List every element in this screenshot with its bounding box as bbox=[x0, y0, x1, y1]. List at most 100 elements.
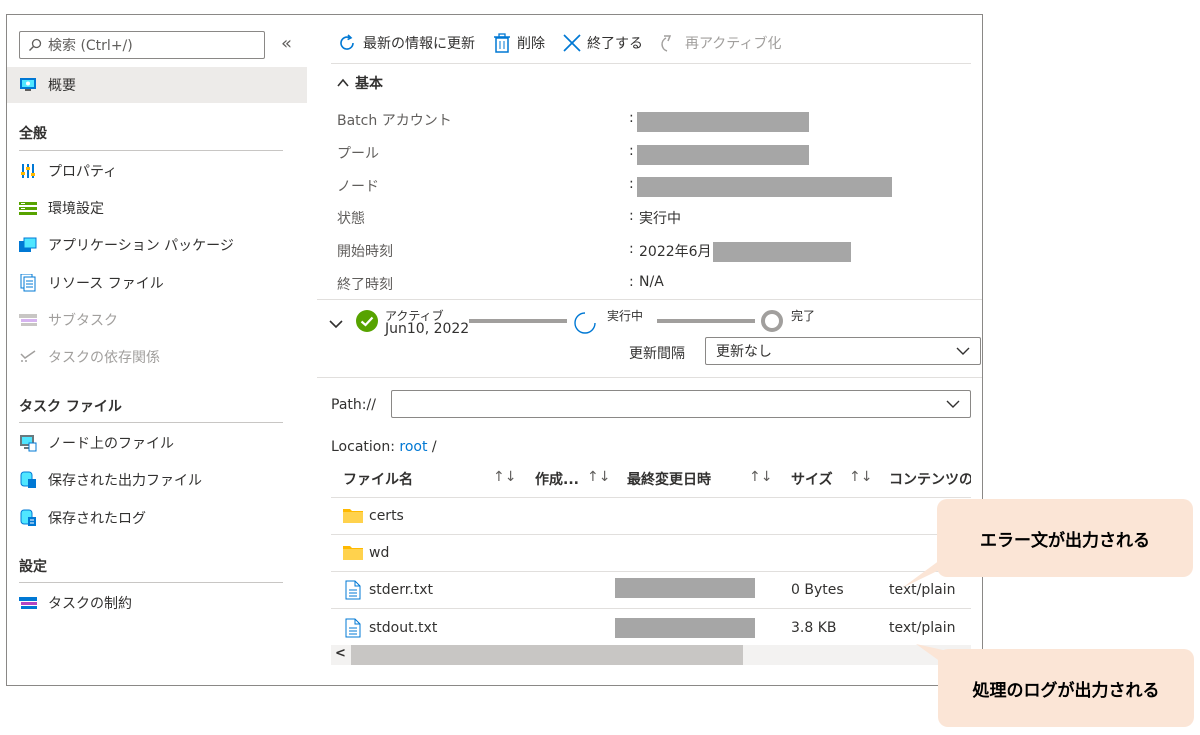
progress-connector bbox=[657, 319, 755, 323]
sidebar-item-saved-output-files[interactable]: 保存された出力ファイル bbox=[7, 462, 307, 498]
path-select[interactable] bbox=[391, 390, 971, 418]
reactivate-button[interactable]: 再アクティブ化 bbox=[661, 33, 781, 53]
scrollbar-thumb[interactable] bbox=[351, 645, 743, 665]
divider bbox=[19, 582, 283, 583]
sort-icon[interactable]: ↑↓ bbox=[849, 469, 872, 485]
kv-value-end-time: N/A bbox=[639, 274, 664, 290]
sidebar-item-env-settings[interactable]: 環境設定 bbox=[7, 190, 307, 226]
kv-label-pool: プール bbox=[337, 146, 379, 162]
file-name[interactable]: wd bbox=[369, 545, 389, 561]
kv-colon: : bbox=[629, 208, 634, 224]
sidebar-item-resource-files[interactable]: リソース ファイル bbox=[7, 265, 307, 301]
redacted-value bbox=[615, 578, 755, 598]
refresh-label: 最新の情報に更新 bbox=[363, 36, 475, 52]
chevron-up-icon bbox=[337, 78, 349, 87]
divider bbox=[331, 571, 971, 572]
file-name[interactable]: stdout.txt bbox=[369, 620, 437, 636]
file-name[interactable]: stderr.txt bbox=[369, 582, 433, 598]
scroll-left-arrow[interactable]: < bbox=[335, 646, 346, 661]
terminate-label: 終了する bbox=[587, 36, 643, 52]
sidebar-item-label: 保存されたログ bbox=[48, 511, 146, 527]
node-files-icon bbox=[19, 434, 37, 452]
check-circle-icon bbox=[356, 310, 378, 332]
location-root-link[interactable]: root bbox=[399, 439, 427, 455]
divider bbox=[331, 608, 971, 609]
basics-section-toggle[interactable]: 基本 bbox=[337, 73, 383, 93]
divider bbox=[317, 299, 982, 300]
reactivate-label: 再アクティブ化 bbox=[685, 36, 782, 52]
sidebar-item-overview[interactable]: 概要 bbox=[7, 67, 307, 103]
kv-label-end-time: 終了時刻 bbox=[337, 277, 393, 293]
task-blade: 検索 (Ctrl+/) « 概要 全般 プロパティ 環境設定 アプリケーション … bbox=[6, 14, 983, 686]
divider bbox=[331, 497, 971, 498]
saved-output-icon bbox=[19, 471, 37, 489]
search-input[interactable]: 検索 (Ctrl+/) bbox=[19, 31, 265, 59]
kv-colon: : bbox=[629, 274, 634, 290]
file-name[interactable]: certs bbox=[369, 508, 404, 524]
delete-label: 削除 bbox=[517, 36, 545, 52]
resource-file-icon bbox=[19, 274, 37, 292]
redacted-value bbox=[637, 177, 892, 197]
sidebar-item-label: サブタスク bbox=[48, 313, 118, 329]
horizontal-scrollbar[interactable]: < bbox=[331, 645, 971, 665]
sidebar-item-label: 環境設定 bbox=[48, 201, 104, 217]
sort-icon[interactable]: ↑↓ bbox=[749, 469, 772, 485]
column-header-content-type[interactable]: コンテンツの種 bbox=[889, 469, 971, 489]
file-size: 3.8 KB bbox=[791, 620, 837, 636]
refresh-interval-select[interactable]: 更新なし bbox=[705, 337, 981, 365]
kv-label-batch-account: Batch アカウント bbox=[337, 113, 452, 129]
folder-icon bbox=[343, 546, 363, 560]
folder-icon bbox=[343, 509, 363, 523]
section-settings: 設定 bbox=[19, 559, 47, 575]
section-task-files: タスク ファイル bbox=[19, 399, 122, 415]
sidebar-item-files-on-node[interactable]: ノード上のファイル bbox=[7, 425, 307, 461]
sidebar-item-task-dependencies[interactable]: タスクの依存関係 bbox=[7, 339, 307, 375]
search-icon bbox=[29, 38, 42, 51]
chevron-down-icon bbox=[946, 400, 960, 408]
application-package-icon bbox=[19, 236, 37, 254]
kv-label-state: 状態 bbox=[337, 211, 365, 227]
sort-icon[interactable]: ↑↓ bbox=[493, 469, 516, 485]
refresh-interval-value: 更新なし bbox=[716, 344, 772, 360]
sidebar-item-app-packages[interactable]: アプリケーション パッケージ bbox=[7, 227, 307, 263]
refresh-button[interactable]: 最新の情報に更新 bbox=[337, 33, 475, 53]
location-suffix: / bbox=[431, 439, 437, 455]
column-header-size[interactable]: サイズ bbox=[791, 469, 833, 489]
sidebar-item-label: ノード上のファイル bbox=[48, 436, 174, 452]
column-header-created[interactable]: 作成... bbox=[535, 469, 579, 489]
sidebar-item-saved-logs[interactable]: 保存されたログ bbox=[7, 500, 307, 536]
sidebar-item-label: アプリケーション パッケージ bbox=[48, 238, 234, 254]
collapse-sidebar-button[interactable]: « bbox=[281, 33, 292, 54]
callout-stderr: エラー文が出力される bbox=[937, 499, 1193, 577]
sidebar-item-properties[interactable]: プロパティ bbox=[7, 153, 307, 189]
command-bar: 最新の情報に更新 削除 終了する 再アクティブ化 bbox=[337, 29, 781, 57]
trash-icon bbox=[494, 33, 510, 53]
delete-button[interactable]: 削除 bbox=[493, 33, 545, 53]
callout-stdout: 処理のログが出力される bbox=[938, 649, 1194, 727]
column-header-name[interactable]: ファイル名 bbox=[343, 469, 413, 489]
sidebar-item-task-constraints[interactable]: タスクの制約 bbox=[7, 585, 307, 621]
refresh-icon bbox=[340, 34, 354, 50]
step-complete-label: 完了 bbox=[791, 309, 816, 323]
progress-toggle[interactable] bbox=[329, 317, 343, 333]
redacted-value bbox=[615, 618, 755, 638]
running-spinner-icon bbox=[574, 312, 596, 334]
sort-icon[interactable]: ↑↓ bbox=[587, 469, 610, 485]
sidebar-item-subtasks[interactable]: サブタスク bbox=[7, 302, 307, 338]
kv-value-state: 実行中 bbox=[639, 211, 681, 227]
divider bbox=[331, 534, 971, 535]
divider bbox=[19, 150, 283, 151]
properties-icon bbox=[19, 162, 37, 180]
redacted-value bbox=[637, 112, 809, 132]
column-header-modified[interactable]: 最終変更日時 bbox=[627, 469, 711, 489]
terminate-button[interactable]: 終了する bbox=[563, 33, 643, 53]
sidebar-item-label: 概要 bbox=[48, 78, 76, 94]
chevron-down-icon bbox=[329, 320, 343, 329]
kv-colon: : bbox=[629, 110, 634, 126]
close-icon bbox=[563, 34, 581, 52]
section-general: 全般 bbox=[19, 126, 47, 142]
subtask-icon bbox=[19, 311, 37, 329]
progress-connector bbox=[469, 319, 567, 323]
text-file-icon bbox=[345, 618, 361, 638]
location-prefix: Location: bbox=[331, 439, 395, 455]
